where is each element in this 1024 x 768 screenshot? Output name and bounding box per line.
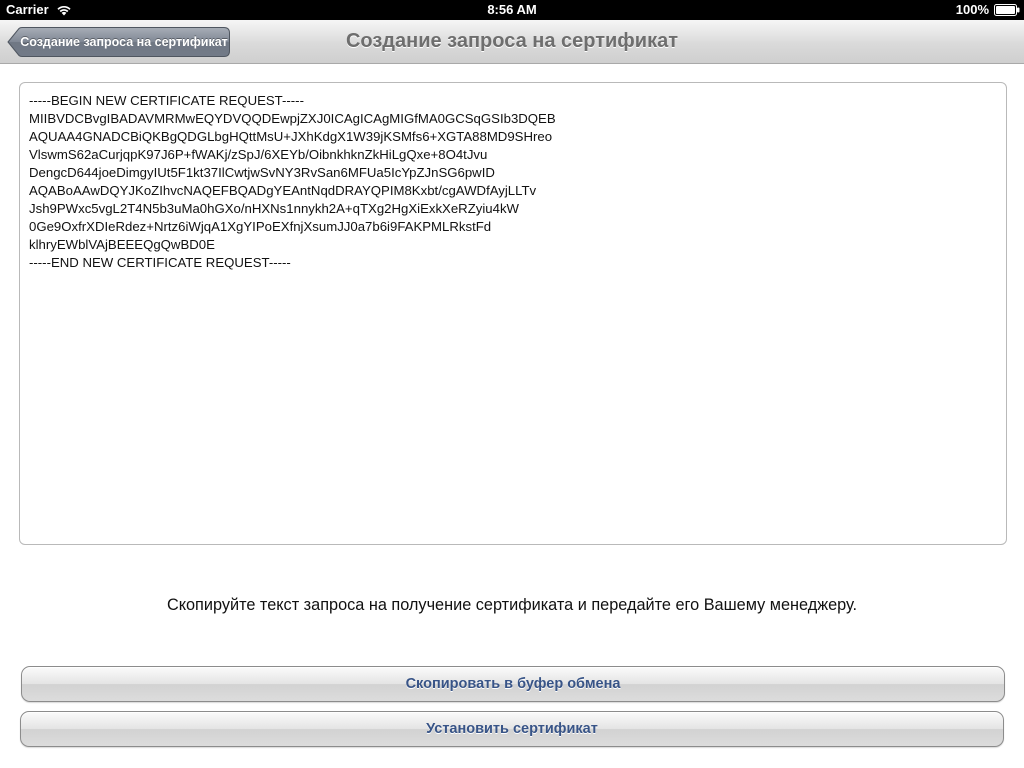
status-clock: 8:56 AM bbox=[487, 2, 537, 17]
back-button[interactable]: Создание запроса на сертификат bbox=[7, 27, 230, 57]
instruction-text: Скопируйте текст запроса на получение се… bbox=[166, 596, 858, 614]
status-bar: Carrier 8:56 AM 100% bbox=[0, 0, 1024, 20]
battery-indicator: 100% bbox=[956, 2, 1020, 17]
battery-icon bbox=[994, 3, 1020, 16]
back-button-label: Создание запроса на сертификат bbox=[20, 35, 228, 49]
copy-to-clipboard-button[interactable]: Скопировать в буфер обмена bbox=[21, 666, 1005, 702]
battery-percent: 100% bbox=[955, 2, 989, 17]
certificate-request-text[interactable]: -----BEGIN NEW CERTIFICATE REQUEST----- … bbox=[19, 82, 1007, 545]
install-certificate-button[interactable]: Установить сертификат bbox=[20, 711, 1004, 747]
navigation-bar: Создание запроса на сертификат Создание … bbox=[0, 20, 1024, 64]
